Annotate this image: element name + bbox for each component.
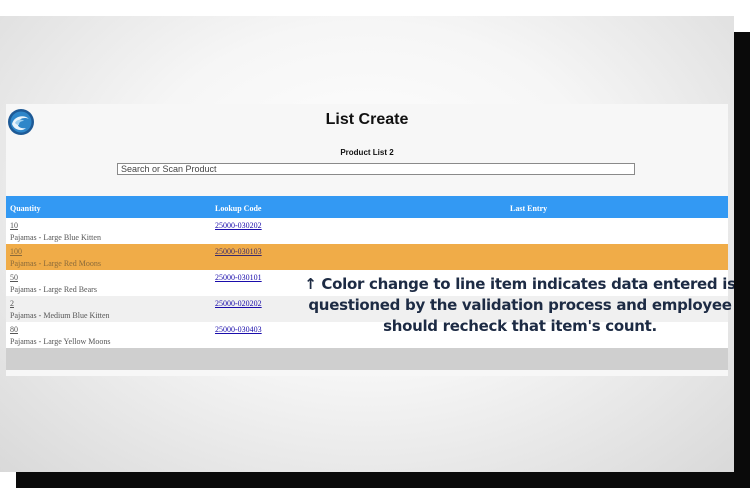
slide: List Create Product List 2 Quantity Look… — [0, 16, 734, 472]
product-description: Pajamas - Large Red Bears — [10, 285, 97, 294]
product-description: Pajamas - Large Red Moons — [10, 259, 101, 268]
annotation-line: should recheck that item's count. — [383, 317, 657, 335]
table-row-flagged[interactable]: 100 Pajamas - Large Red Moons 25000-0301… — [6, 244, 728, 270]
lookup-code-link[interactable]: 25000-030202 — [215, 221, 262, 230]
page-title: List Create — [325, 111, 409, 128]
column-header-quantity[interactable]: Quantity — [10, 204, 41, 213]
quantity-link[interactable]: 10 — [10, 221, 18, 230]
lookup-code-link[interactable]: 25000-020202 — [215, 299, 262, 308]
quantity-link[interactable]: 2 — [10, 299, 14, 308]
annotation-callout: ↑ Color change to line item indicates da… — [300, 274, 734, 337]
quantity-link[interactable]: 100 — [10, 247, 22, 256]
quantity-link[interactable]: 80 — [10, 325, 18, 334]
table-row[interactable]: 10 Pajamas - Large Blue Kitten 25000-030… — [6, 218, 728, 244]
product-description: Pajamas - Large Blue Kitten — [10, 233, 101, 242]
column-header-lookup-code[interactable]: Lookup Code — [215, 204, 261, 213]
annotation-line: questioned by the validation process and… — [308, 296, 732, 314]
slide-shadow-bottom — [16, 472, 750, 488]
slide-shadow-right — [734, 32, 750, 488]
column-header-last-entry[interactable]: Last Entry — [510, 204, 547, 213]
lookup-code-link[interactable]: 25000-030103 — [215, 247, 262, 256]
table-header: Quantity Lookup Code Last Entry — [6, 196, 728, 218]
annotation-line: ↑ Color change to line item indicates da… — [304, 275, 734, 293]
lookup-code-link[interactable]: 25000-030101 — [215, 273, 262, 282]
product-description: Pajamas - Medium Blue Kitten — [10, 311, 110, 320]
table-footer-bar — [6, 348, 728, 370]
quantity-link[interactable]: 50 — [10, 273, 18, 282]
lookup-code-link[interactable]: 25000-030403 — [215, 325, 262, 334]
list-name: Product List 2 — [340, 148, 394, 157]
search-input[interactable] — [117, 163, 635, 175]
product-description: Pajamas - Large Yellow Moons — [10, 337, 111, 346]
